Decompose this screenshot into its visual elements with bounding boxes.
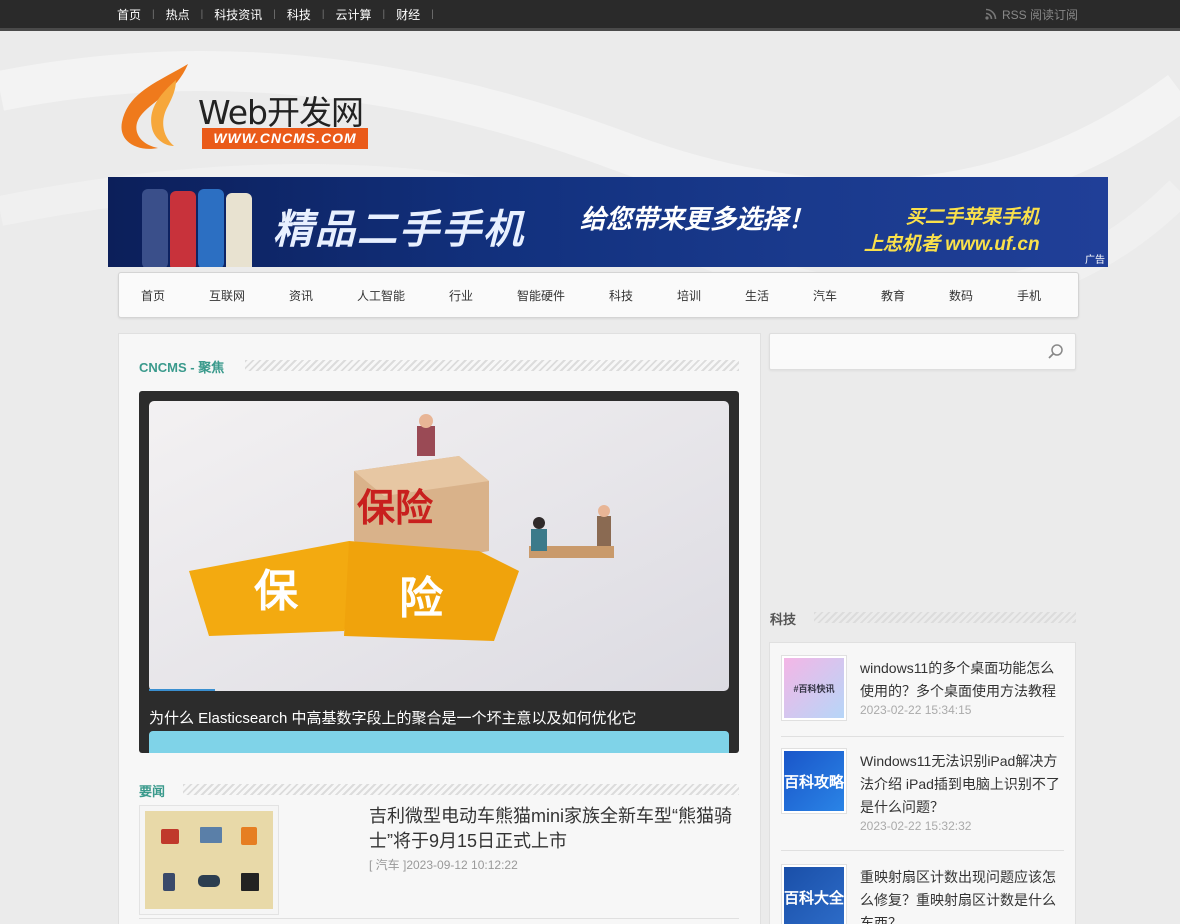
slide-progress <box>149 689 215 691</box>
phone-image <box>198 189 224 267</box>
slide-image[interactable]: 保险 保 险 <box>149 401 729 691</box>
sidebar-item-title[interactable]: windows11的多个桌面功能怎么使用的？多个桌面使用方法教程 <box>860 657 1060 703</box>
logo-url: WWW.CNCMS.COM <box>202 128 368 149</box>
search-box <box>769 333 1076 370</box>
nav-item-ai[interactable]: 人工智能 <box>357 273 405 319</box>
sidebar-item-title[interactable]: Windows11无法识别iPad解决方法介绍 iPad插到电脑上识别不了是什么… <box>860 750 1060 819</box>
banner-subtitle: 给您带来更多选择！ <box>580 204 815 234</box>
separator: | <box>321 8 325 20</box>
thumb-label: 百科攻略 <box>784 751 844 811</box>
nav-item-smart-hardware[interactable]: 智能硬件 <box>517 273 565 319</box>
site-logo[interactable]: Web开发网 WWW.CNCMS.COM <box>118 62 370 152</box>
nav-item-training[interactable]: 培训 <box>677 273 701 319</box>
news-section-title: 要闻 <box>139 784 166 799</box>
top-link-finance[interactable]: 财经 <box>396 6 420 23</box>
focus-slider[interactable]: 保险 保 险 为什么 Elasticsearch 中高基数字段上的聚合是一个坏主… <box>139 391 739 753</box>
banner-slogan: 精品二手手机 <box>273 208 525 252</box>
sidebar-item-title[interactable]: 重映射扇区计数出现问题应该怎么修复？重映射扇区计数是什么东西？ <box>860 866 1060 924</box>
box-text: 保险 <box>357 486 434 530</box>
ad-label: 广告 <box>1085 255 1105 266</box>
slide-caption[interactable]: 为什么 Elasticsearch 中高基数字段上的聚合是一个坏主意以及如何优化… <box>149 707 637 728</box>
divider <box>781 736 1064 737</box>
phone-image <box>170 191 196 267</box>
top-link-tech[interactable]: 科技 <box>287 6 311 23</box>
nav-item-education[interactable]: 教育 <box>881 273 905 319</box>
sidebar-thumbnail[interactable]: 百科攻略 <box>781 748 847 814</box>
sidebar-list-item[interactable]: 百科大全 重映射扇区计数出现问题应该怎么修复？重映射扇区计数是什么东西？ <box>781 864 1064 924</box>
news-item-title[interactable]: 吉利微型电动车熊猫mini家族全新车型“熊猫骑士”将于9月15日正式上市 <box>369 804 739 854</box>
separator: | <box>382 8 386 20</box>
nav-item-auto[interactable]: 汽车 <box>813 273 837 319</box>
separator: | <box>152 8 155 20</box>
nav-item-news[interactable]: 资讯 <box>289 273 313 319</box>
nav-item-industry[interactable]: 行业 <box>449 273 473 319</box>
news-item-meta: [ 汽车 ]2023-09-12 10:12:22 <box>369 858 518 872</box>
sidebar-item-date: 2023-02-22 15:32:32 <box>860 819 972 833</box>
focus-section-title: CNCMS - 聚焦 <box>139 360 225 375</box>
news-thumbnail[interactable] <box>139 805 279 915</box>
section-stripe <box>814 612 1076 623</box>
section-stripe <box>183 784 739 795</box>
ad-banner[interactable]: 精品二手手机 给您带来更多选择！ 买二手苹果手机 上忠机者 www.uf.cn … <box>108 177 1108 267</box>
divider <box>139 918 739 919</box>
sidebar-thumbnail[interactable]: 百科大全 <box>781 864 847 924</box>
separator: | <box>200 8 204 20</box>
top-nav: 首页 | 热点 | 科技资讯 | 科技 | 云计算 | 财经 | <box>117 0 445 28</box>
app-icons-image <box>145 811 273 909</box>
rss-link[interactable]: RSS 阅读订阅 <box>985 0 1078 28</box>
separator: | <box>273 8 276 20</box>
nav-item-home[interactable]: 首页 <box>141 273 165 319</box>
sidebar-item-date: 2023-02-22 15:34:15 <box>860 703 972 717</box>
search-input[interactable] <box>770 334 1040 369</box>
puzzle-left-text: 保 <box>254 566 299 617</box>
top-link-tech-news[interactable]: 科技资讯 <box>214 6 262 23</box>
main-nav: 首页 互联网 资讯 人工智能 行业 智能硬件 科技 培训 生活 汽车 教育 数码… <box>118 272 1079 318</box>
flame-logo-icon <box>121 64 188 149</box>
section-stripe <box>245 360 739 371</box>
top-bar: 首页 | 热点 | 科技资讯 | 科技 | 云计算 | 财经 | RSS 阅读订… <box>0 0 1180 31</box>
sidebar-section-title: 科技 <box>770 612 797 627</box>
top-link-home[interactable]: 首页 <box>117 6 141 23</box>
nav-item-digital[interactable]: 数码 <box>949 273 973 319</box>
banner-cta-line1: 买二手苹果手机 <box>906 207 1040 228</box>
puzzle-right-text: 险 <box>399 573 444 624</box>
sidebar-thumbnail[interactable]: #百科快讯 <box>781 655 847 721</box>
nav-item-life[interactable]: 生活 <box>745 273 769 319</box>
phone-image <box>226 193 252 267</box>
nav-item-mobile[interactable]: 手机 <box>1017 273 1041 319</box>
sidebar-list-item[interactable]: #百科快讯 windows11的多个桌面功能怎么使用的？多个桌面使用方法教程 2… <box>781 655 1064 725</box>
insurance-illustration: 保险 保 险 <box>149 401 729 691</box>
rss-icon <box>985 8 997 20</box>
rss-label: RSS 阅读订阅 <box>1001 7 1078 22</box>
top-link-cloud[interactable]: 云计算 <box>336 6 372 23</box>
sidebar-list-item[interactable]: 百科攻略 Windows11无法识别iPad解决方法介绍 iPad插到电脑上识别… <box>781 748 1064 838</box>
separator: | <box>431 8 434 20</box>
nav-item-tech[interactable]: 科技 <box>609 273 633 319</box>
thumb-label: #百科快讯 <box>784 658 844 718</box>
divider <box>781 850 1064 851</box>
next-slide-preview <box>149 731 729 753</box>
phone-image <box>142 189 168 267</box>
logo-name: Web开发网 <box>198 93 364 132</box>
top-link-hot[interactable]: 热点 <box>166 6 190 23</box>
nav-item-internet[interactable]: 互联网 <box>209 273 245 319</box>
banner-cta-line2: 上忠机者 www.uf.cn <box>864 234 1040 255</box>
search-icon[interactable] <box>1047 343 1065 361</box>
thumb-label: 百科大全 <box>784 867 844 924</box>
